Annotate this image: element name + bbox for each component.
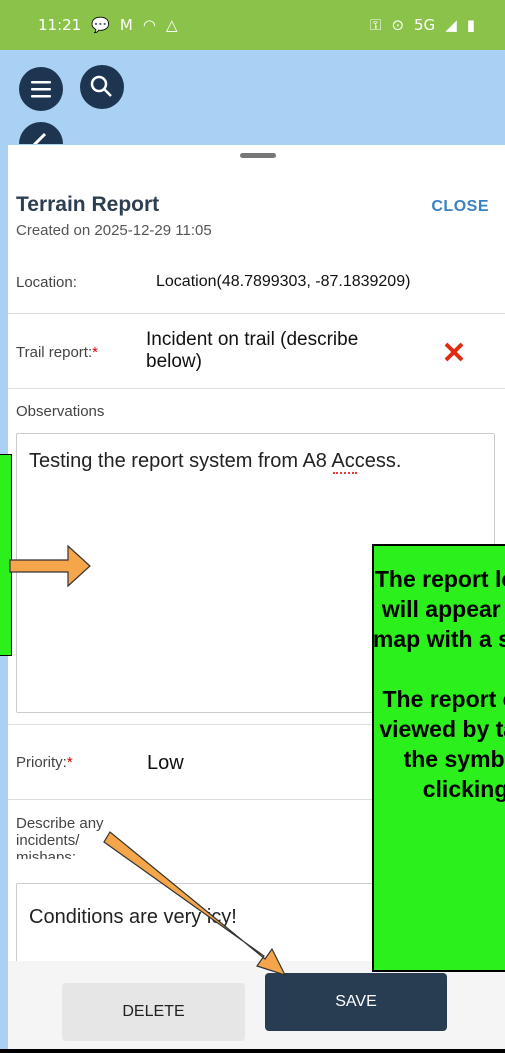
- drive-notification-icon: △: [165, 16, 178, 34]
- location-value: Location(48.7899303, -87.1839209): [156, 273, 411, 290]
- required-marker: *: [66, 754, 73, 771]
- save-button[interactable]: SAVE: [265, 973, 447, 1031]
- incidents-label-line3: mishaps:: [16, 849, 77, 859]
- map-area[interactable]: [0, 50, 505, 145]
- location-icon: ⊙: [391, 16, 405, 34]
- vpn-key-icon: ⚿: [370, 16, 382, 34]
- divider: [8, 313, 505, 314]
- status-time: 11:21: [38, 16, 82, 34]
- action-bar: DELETE SAVE: [8, 961, 505, 1053]
- network-type: 5G: [414, 16, 436, 34]
- observations-label: Observations: [16, 403, 105, 420]
- trail-report-value-line1: Incident on trail (describe: [146, 329, 359, 350]
- incidents-text: Conditions are very icy!: [29, 906, 237, 928]
- incidents-label-line2: incidents/: [16, 832, 80, 849]
- location-label: Location:: [16, 274, 77, 291]
- close-button[interactable]: CLOSE: [431, 198, 489, 216]
- app-notification-icon: ◠: [142, 16, 156, 34]
- created-date: Created on 2025-12-29 11:05: [16, 222, 212, 239]
- callout-box-right: The report location will appear on the m…: [372, 544, 505, 972]
- spellcheck-underline: [333, 472, 357, 474]
- priority-label-text: Priority:: [16, 754, 67, 771]
- required-marker: *: [92, 344, 98, 361]
- observations-text: Testing the report system from A8 Access…: [29, 450, 402, 472]
- incidents-label: Describe any incidents/ mishaps:: [16, 815, 104, 859]
- sheet-title: Terrain Report: [16, 193, 160, 216]
- search-icon: [90, 75, 112, 97]
- trail-report-label-text: Trail report:: [16, 344, 93, 361]
- priority-label: Priority:*: [16, 754, 73, 771]
- priority-select[interactable]: Low: [147, 752, 184, 775]
- status-bar: 11:21 💬 M ◠ △ ⚿ ⊙ 5G ◢ ▮: [0, 0, 505, 50]
- signal-icon: ◢: [445, 16, 457, 34]
- incidents-label-line1: Describe any: [16, 815, 104, 832]
- trail-report-label: Trail report:*: [16, 344, 98, 361]
- drag-handle[interactable]: [240, 153, 276, 158]
- menu-icon: [31, 81, 51, 98]
- navigation-bar: [0, 1049, 505, 1053]
- trail-report-select[interactable]: Incident on trail (describe below): [146, 329, 358, 373]
- gmail-notification-icon: M: [119, 16, 133, 34]
- trail-report-value-line2: below): [146, 351, 202, 372]
- clear-icon[interactable]: [444, 342, 464, 362]
- battery-icon: ▮: [466, 16, 475, 34]
- search-button[interactable]: [80, 65, 124, 109]
- divider: [8, 388, 505, 389]
- delete-button[interactable]: DELETE: [62, 983, 245, 1041]
- chat-notification-icon: 💬: [91, 16, 110, 34]
- callout-text: The report location will appear on the m…: [372, 566, 505, 802]
- menu-button[interactable]: [19, 67, 63, 111]
- callout-box-left: [0, 454, 12, 656]
